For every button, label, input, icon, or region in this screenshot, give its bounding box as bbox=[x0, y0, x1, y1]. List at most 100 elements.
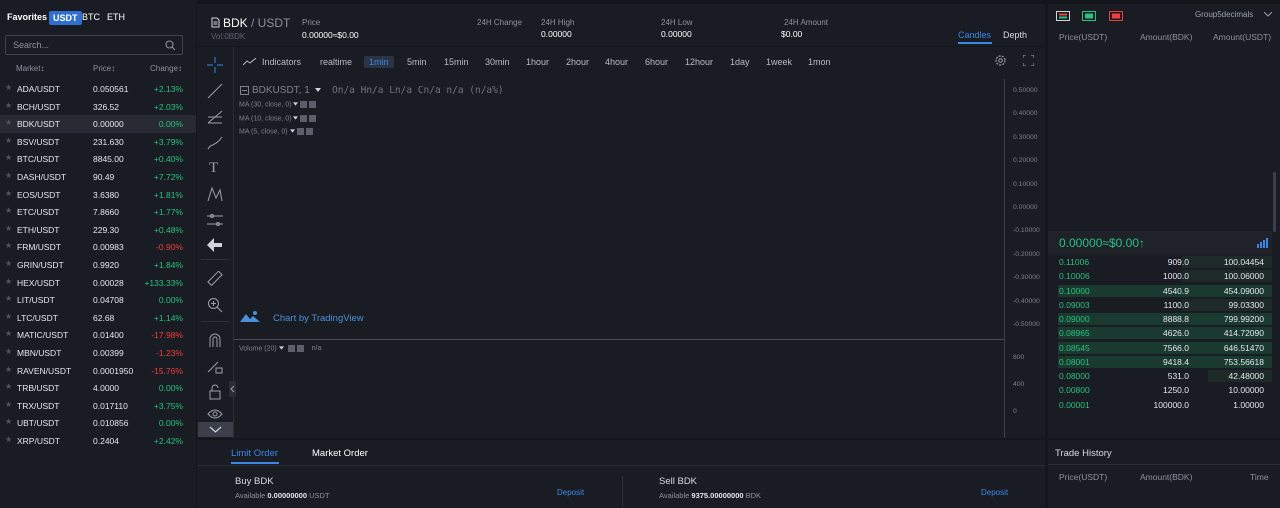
settings-icon[interactable] bbox=[994, 54, 1007, 67]
star-icon[interactable]: ★ bbox=[5, 101, 12, 110]
interval-6hour[interactable]: 6hour bbox=[645, 57, 668, 67]
pattern-icon[interactable] bbox=[207, 186, 223, 202]
sort-market[interactable]: Market↕ bbox=[16, 64, 44, 73]
star-icon[interactable]: ★ bbox=[5, 189, 12, 198]
market-row[interactable]: ★ ETH/USDT 229.30 +0.48% bbox=[0, 221, 196, 239]
star-icon[interactable]: ★ bbox=[5, 417, 12, 426]
interval-4hour[interactable]: 4hour bbox=[605, 57, 628, 67]
tradingview-watermark[interactable]: Chart by TradingView bbox=[273, 313, 364, 324]
market-row[interactable]: ★ HEX/USDT 0.00028 +133.33% bbox=[0, 274, 196, 292]
market-row[interactable]: ★ XRP/USDT 0.2404 +2.42% bbox=[0, 432, 196, 450]
indicators-icon[interactable] bbox=[243, 58, 257, 66]
market-row[interactable]: ★ BSV/USDT 231.630 +3.79% bbox=[0, 133, 196, 151]
search-input[interactable]: Search... bbox=[13, 40, 49, 50]
scrollbar[interactable] bbox=[1273, 172, 1276, 232]
bid-row[interactable]: 0.08965 4626.0 414.72090 bbox=[1048, 326, 1272, 340]
zoom-icon[interactable] bbox=[207, 297, 223, 313]
star-icon[interactable]: ★ bbox=[5, 241, 12, 250]
bid-row[interactable]: 0.10000 4540.9 454.09000 bbox=[1048, 284, 1272, 298]
star-icon[interactable]: ★ bbox=[5, 153, 12, 162]
tradingview-logo[interactable] bbox=[239, 310, 261, 324]
star-icon[interactable]: ★ bbox=[5, 259, 12, 268]
ma-close-icon[interactable] bbox=[309, 101, 317, 108]
market-row[interactable]: ★ FRM/USDT 0.00983 -0.90% bbox=[0, 238, 196, 256]
interval-12hour[interactable]: 12hour bbox=[685, 57, 713, 67]
interval-30min[interactable]: 30min bbox=[485, 57, 510, 67]
interval-1mon[interactable]: 1mon bbox=[808, 57, 831, 67]
lock-drawing-icon[interactable] bbox=[207, 358, 223, 374]
tab-candles[interactable]: Candles bbox=[958, 30, 991, 40]
market-row[interactable]: ★ GRIN/USDT 0.9920 +1.84% bbox=[0, 256, 196, 274]
bid-row[interactable]: 0.08001 9418.4 753.56618 bbox=[1048, 355, 1272, 369]
sort-change[interactable]: Change↕ bbox=[150, 64, 182, 73]
bid-row[interactable]: 0.00800 1250.0 10.00000 bbox=[1048, 383, 1272, 397]
market-row[interactable]: ★ MBN/USDT 0.00399 -1.23% bbox=[0, 344, 196, 362]
tab-depth[interactable]: Depth bbox=[1003, 30, 1027, 40]
interval-1week[interactable]: 1week bbox=[766, 57, 792, 67]
star-icon[interactable]: ★ bbox=[5, 329, 12, 338]
market-row[interactable]: ★ BCH/USDT 326.52 +2.03% bbox=[0, 98, 196, 116]
tab-eth[interactable]: ETH bbox=[107, 12, 125, 22]
star-icon[interactable]: ★ bbox=[5, 224, 12, 233]
bid-row[interactable]: 0.08000 531.0 42.48000 bbox=[1048, 369, 1272, 383]
volume-settings-icon[interactable] bbox=[287, 345, 295, 352]
book-bids-icon[interactable] bbox=[1082, 11, 1096, 21]
market-row[interactable]: ★ BDK/USDT 0.00000 0.00% bbox=[0, 115, 196, 133]
ma-settings-icon[interactable] bbox=[300, 101, 308, 108]
bid-row[interactable]: 0.08545 7566.0 646.51470 bbox=[1048, 341, 1272, 355]
fib-icon[interactable] bbox=[207, 109, 223, 125]
interval-15min[interactable]: 15min bbox=[444, 57, 469, 67]
star-icon[interactable]: ★ bbox=[5, 435, 12, 444]
brush-icon[interactable] bbox=[207, 135, 223, 151]
sort-price[interactable]: Price↕ bbox=[93, 64, 115, 73]
star-icon[interactable]: ★ bbox=[5, 136, 12, 145]
interval-2hour[interactable]: 2hour bbox=[566, 57, 589, 67]
star-icon[interactable]: ★ bbox=[5, 382, 12, 391]
star-icon[interactable]: ★ bbox=[5, 118, 12, 127]
chevron-down-icon[interactable] bbox=[315, 88, 321, 92]
star-icon[interactable]: ★ bbox=[5, 365, 12, 374]
star-icon[interactable]: ★ bbox=[5, 347, 12, 356]
fullscreen-icon[interactable] bbox=[1023, 55, 1034, 66]
star-icon[interactable]: ★ bbox=[5, 277, 12, 286]
signal-bars-icon[interactable] bbox=[1257, 238, 1268, 248]
tab-limit-order[interactable]: Limit Order bbox=[231, 448, 278, 459]
text-tool-icon[interactable]: T bbox=[209, 160, 218, 177]
search-icon[interactable] bbox=[165, 40, 176, 51]
volume-close-icon[interactable] bbox=[296, 345, 304, 352]
bid-row[interactable]: 0.11006 909.0 100.04454 bbox=[1048, 255, 1272, 269]
bid-row[interactable]: 0.10006 1000.0 100.06000 bbox=[1048, 269, 1272, 283]
star-icon[interactable]: ★ bbox=[5, 400, 12, 409]
star-icon[interactable]: ★ bbox=[5, 83, 12, 92]
market-row[interactable]: ★ TRX/USDT 0.017110 +3.75% bbox=[0, 397, 196, 415]
market-row[interactable]: ★ BTC/USDT 8845.00 +0.40% bbox=[0, 150, 196, 168]
tab-market-order[interactable]: Market Order bbox=[312, 448, 368, 459]
chevron-down-icon[interactable] bbox=[1264, 12, 1272, 17]
market-row[interactable]: ★ EOS/USDT 3.6380 +1.81% bbox=[0, 186, 196, 204]
volume-label[interactable]: Volume (20) bbox=[239, 345, 277, 352]
group-decimals-select[interactable]: Group5decimals bbox=[1195, 10, 1253, 19]
ma-close-icon[interactable] bbox=[309, 115, 317, 122]
market-row[interactable]: ★ MATIC/USDT 0.01400 -17.98% bbox=[0, 326, 196, 344]
magnet-icon[interactable] bbox=[207, 332, 223, 348]
ma-close-icon[interactable] bbox=[305, 128, 313, 135]
star-icon[interactable]: ★ bbox=[5, 206, 12, 215]
market-row[interactable]: ★ DASH/USDT 90.49 +7.72% bbox=[0, 168, 196, 186]
ma-settings-icon[interactable] bbox=[296, 128, 304, 135]
bid-row[interactable]: 0.00001 100000.0 1.00000 bbox=[1048, 398, 1272, 412]
book-asks-icon[interactable] bbox=[1109, 11, 1123, 21]
buy-deposit-link[interactable]: Deposit bbox=[557, 488, 584, 497]
interval-realtime[interactable]: realtime bbox=[320, 57, 352, 67]
interval-1min[interactable]: 1min bbox=[364, 56, 394, 68]
star-icon[interactable]: ★ bbox=[5, 171, 12, 180]
ma-settings-icon[interactable] bbox=[300, 115, 308, 122]
tab-usdt[interactable]: USDT bbox=[49, 11, 82, 25]
bid-row[interactable]: 0.09000 8888.8 799.99200 bbox=[1048, 312, 1272, 326]
market-row[interactable]: ★ TRB/USDT 4.0000 0.00% bbox=[0, 379, 196, 397]
market-row[interactable]: ★ LTC/USDT 62.68 +1.14% bbox=[0, 309, 196, 327]
ruler-icon[interactable] bbox=[207, 271, 223, 287]
market-row[interactable]: ★ ADA/USDT 0.050561 +2.13% bbox=[0, 80, 196, 98]
indicators-button[interactable]: Indicators bbox=[262, 57, 301, 67]
book-both-icon[interactable] bbox=[1056, 11, 1070, 21]
interval-1hour[interactable]: 1hour bbox=[526, 57, 549, 67]
